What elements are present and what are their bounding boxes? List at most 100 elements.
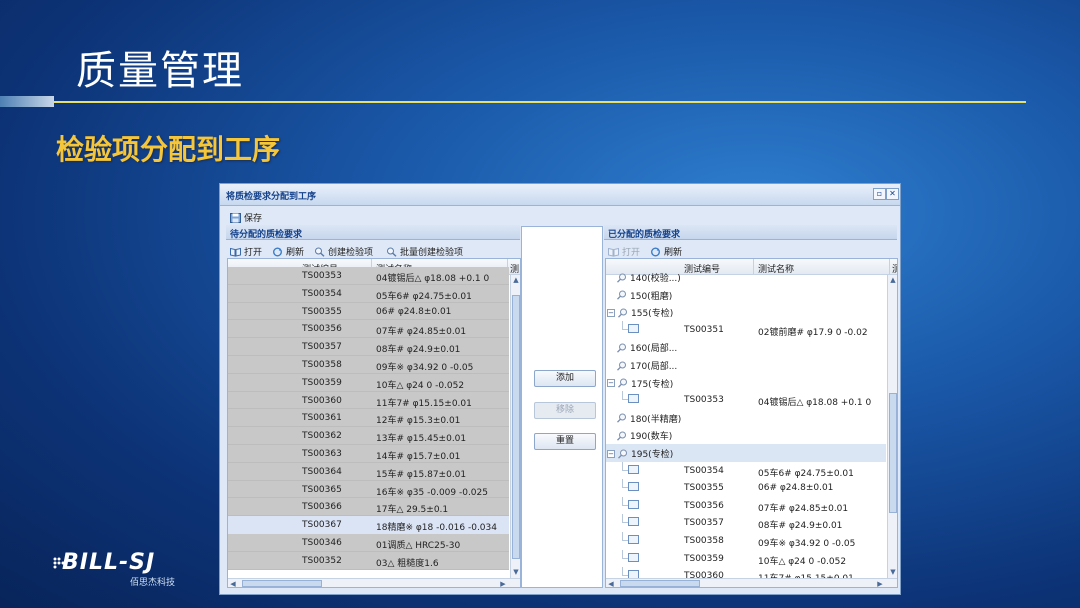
collapse-icon[interactable]: −	[607, 449, 615, 458]
tree-node-operation[interactable]: 190(数车)	[606, 426, 886, 444]
tree-node-operation[interactable]: 160(局部...	[606, 338, 886, 356]
table-row[interactable]: TS00352 03△ 粗糙度1.6	[228, 551, 509, 570]
table-row[interactable]: TS00357 08车# φ24.9±0.01	[228, 338, 509, 356]
cell-test-name: 10车△ φ24 0 -0.052	[376, 380, 465, 391]
left-refresh-button[interactable]: 刷新	[272, 245, 304, 258]
cell-test-name: 05车6# φ24.75±0.01	[376, 291, 472, 302]
left-open-button[interactable]: 打开	[230, 245, 262, 258]
cell-test-name: 06# φ24.8±0.01	[758, 483, 834, 494]
add-button[interactable]: 添加	[534, 370, 596, 387]
table-row[interactable]: TS00358 09车※ φ34.92 0 -0.05	[228, 356, 509, 374]
cell-test-id: TS00357	[684, 518, 724, 529]
magnifier-icon	[617, 378, 627, 388]
scroll-down-icon[interactable]: ▼	[888, 567, 897, 577]
tree-node-operation[interactable]: 140(校验...)	[606, 268, 886, 286]
magnifier-icon	[617, 449, 627, 459]
left-vscrollbar[interactable]: ▲ ▼	[510, 275, 520, 578]
right-open-button[interactable]: 打开	[608, 245, 640, 258]
cell-test-id: TS00353	[684, 395, 724, 406]
tree-node-content: 170(局部...	[616, 359, 677, 372]
scroll-right-icon[interactable]: ▶	[498, 579, 508, 587]
right-tree-grid: 测试编号 测试名称 测 140(校验...)150(粗磨)−155(专检)TS0…	[605, 258, 898, 588]
tree-leaf-row[interactable]: TS00357 08车# φ24.9±0.01	[606, 514, 886, 532]
cell-test-name: 09车※ φ34.92 0 -0.05	[376, 363, 474, 373]
tree-node-operation[interactable]: − 155(专检)	[606, 303, 886, 321]
create-inspection-button[interactable]: 创建检验项	[314, 245, 373, 258]
title-accent-bar	[0, 96, 54, 107]
tree-leaf-row[interactable]: TS00355 06# φ24.8±0.01	[606, 479, 886, 497]
tree-leaf-row[interactable]: TS00359 10车△ φ24 0 -0.052	[606, 549, 886, 568]
scroll-up-icon[interactable]: ▲	[511, 275, 520, 285]
scroll-down-icon[interactable]: ▼	[511, 567, 520, 577]
tree-leaf-row[interactable]: TS00351 02镀前磨# φ17.9 0 -0.02	[606, 320, 886, 339]
table-row[interactable]: TS00367 18精磨※ φ18 -0.016 -0.034	[228, 516, 509, 534]
magnifier-icon	[616, 343, 626, 353]
left-vscroll-thumb[interactable]	[512, 295, 520, 559]
left-refresh-label: 刷新	[286, 248, 305, 258]
cell-test-name: 08车# φ24.9±0.01	[758, 521, 843, 532]
tree-leaf-row[interactable]: TS00358 09车※ φ34.92 0 -0.05	[606, 532, 886, 550]
cell-test-name: 05车6# φ24.75±0.01	[758, 468, 854, 479]
restore-icon[interactable]: ▫	[873, 188, 886, 200]
right-refresh-button[interactable]: 刷新	[650, 245, 682, 258]
cell-test-id: TS00355	[302, 306, 342, 317]
right-hscrollbar[interactable]: ◀ ▶	[606, 578, 897, 587]
table-row[interactable]: TS00366 17车△ 29.5±0.1	[228, 498, 509, 517]
tree-leaf-row[interactable]: TS00354 05车6# φ24.75±0.01	[606, 461, 886, 480]
scroll-up-icon[interactable]: ▲	[888, 275, 897, 285]
table-row[interactable]: TS00355 06# φ24.8±0.01	[228, 302, 509, 321]
tree-node-label: 140(校验...)	[630, 274, 681, 284]
collapse-icon[interactable]: −	[607, 308, 615, 317]
batch-create-button[interactable]: 批量创建检验项	[386, 245, 463, 258]
cell-test-name: 08车# φ24.9±0.01	[376, 345, 461, 356]
table-row[interactable]: TS00363 14车# φ15.7±0.01	[228, 445, 509, 463]
tree-leaf-row[interactable]: TS00356 07车# φ24.85±0.01	[606, 496, 886, 515]
tree-node-content: − 175(专检)	[607, 377, 673, 390]
magnifier-icon	[315, 247, 325, 257]
cell-test-name: 06# φ24.8±0.01	[376, 306, 452, 317]
table-row[interactable]: TS00362 13车# φ15.45±0.01	[228, 427, 509, 445]
company-logo: BILL-SJ 佰思杰科技	[52, 548, 192, 588]
tree-node-operation[interactable]: 180(半精磨)	[606, 409, 886, 427]
batch-create-label: 批量创建检验项	[400, 248, 464, 258]
tree-node-operation[interactable]: − 175(专检)	[606, 374, 886, 392]
table-row[interactable]: TS00364 15车# φ15.87±0.01	[228, 462, 509, 481]
reset-button[interactable]: 重置	[534, 433, 596, 450]
table-row[interactable]: TS00361 12车# φ15.3±0.01	[228, 409, 509, 428]
right-col-extra[interactable]: 测	[892, 262, 897, 275]
table-row[interactable]: TS00360 11车7# φ15.15±0.01	[228, 391, 509, 410]
table-row[interactable]: TS00359 10车△ φ24 0 -0.052	[228, 373, 509, 392]
right-hscroll-thumb[interactable]	[620, 580, 700, 587]
refresh-icon	[273, 247, 282, 256]
scroll-left-icon[interactable]: ◀	[606, 579, 616, 587]
cell-test-name: 07车# φ24.85±0.01	[376, 327, 467, 338]
scroll-left-icon[interactable]: ◀	[228, 579, 238, 587]
tree-node-label: 180(半精磨)	[630, 414, 682, 425]
tree-node-operation[interactable]: 170(局部...	[606, 356, 886, 374]
close-icon[interactable]: ✕	[886, 188, 899, 200]
cell-test-name: 10车△ φ24 0 -0.052	[758, 556, 847, 567]
left-hscroll-thumb[interactable]	[242, 580, 322, 587]
table-row[interactable]: TS00353 04镀锡后△ φ18.08 +0.1 0	[228, 267, 509, 285]
magnifier-icon	[616, 290, 626, 300]
cell-test-id: TS00359	[684, 553, 724, 564]
right-vscroll-thumb[interactable]	[889, 393, 897, 513]
tree-node-operation[interactable]: 150(粗磨)	[606, 286, 886, 304]
remove-button[interactable]: 移除	[534, 402, 596, 419]
collapse-icon[interactable]: −	[607, 379, 615, 388]
table-row[interactable]: TS00354 05车6# φ24.75±0.01	[228, 284, 509, 303]
left-hscrollbar[interactable]: ◀ ▶	[228, 578, 520, 587]
tree-node-label: 170(局部...	[630, 362, 678, 372]
scroll-right-icon[interactable]: ▶	[875, 579, 885, 587]
tree-node-operation[interactable]: − 195(专检)	[606, 444, 886, 462]
open-book-icon	[608, 247, 619, 257]
table-row[interactable]: TS00346 01调质△ HRC25-30	[228, 534, 509, 552]
left-col-extra[interactable]: 测	[510, 262, 519, 275]
cell-test-name: 02镀前磨# φ17.9 0 -0.02	[758, 327, 868, 338]
cell-test-name: 13车# φ15.45±0.01	[376, 434, 467, 445]
table-row[interactable]: TS00356 07车# φ24.85±0.01	[228, 320, 509, 339]
save-button[interactable]: 保存	[230, 211, 262, 224]
right-vscrollbar[interactable]: ▲ ▼	[887, 275, 897, 578]
table-row[interactable]: TS00365 16车※ φ35 -0.009 -0.025	[228, 480, 509, 499]
tree-leaf-row[interactable]: TS00353 04镀锡后△ φ18.08 +0.1 0	[606, 391, 886, 409]
